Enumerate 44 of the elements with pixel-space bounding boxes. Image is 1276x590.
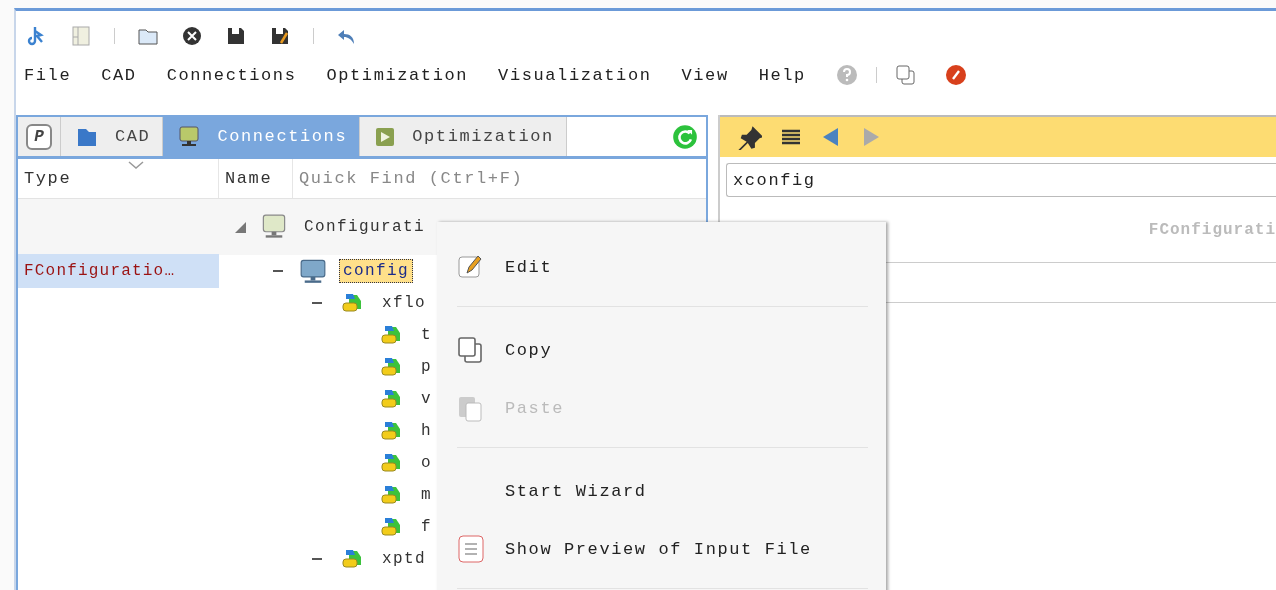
menu-item[interactable]: View bbox=[681, 65, 729, 85]
tree-item[interactable]: v bbox=[417, 387, 436, 411]
tab[interactable]: CAD bbox=[61, 117, 164, 156]
monitor-icon bbox=[300, 258, 326, 284]
tree-item[interactable]: p bbox=[417, 355, 436, 379]
sort-chevron-icon bbox=[128, 161, 144, 170]
tree-item[interactable]: t bbox=[417, 323, 436, 347]
stop-icon[interactable] bbox=[944, 64, 967, 86]
pin-icon[interactable] bbox=[736, 124, 762, 150]
menu-item[interactable]: Show Preview of Input File bbox=[457, 520, 868, 578]
paste-icon bbox=[457, 394, 485, 422]
type-cell: FConfiguratio… bbox=[18, 254, 219, 288]
close-icon[interactable] bbox=[181, 25, 203, 47]
panel-heading: FConfigurati bbox=[1148, 220, 1276, 239]
menu-item[interactable]: Edit bbox=[457, 238, 868, 296]
expanded-icon[interactable] bbox=[233, 220, 247, 234]
tree-item[interactable]: xptd bbox=[378, 547, 430, 571]
refresh-icon[interactable] bbox=[672, 123, 698, 150]
tree-item[interactable]: o bbox=[417, 451, 436, 475]
copy-icon bbox=[457, 336, 485, 364]
menu-item[interactable]: File bbox=[24, 65, 72, 85]
save-icon[interactable] bbox=[225, 25, 247, 47]
tree-item[interactable]: m bbox=[417, 483, 436, 507]
menu-item[interactable]: Connections bbox=[166, 65, 297, 85]
text-field[interactable]: xconfig bbox=[726, 163, 1276, 197]
column-header[interactable]: Type bbox=[18, 159, 219, 198]
menu-item[interactable]: Visualization bbox=[498, 65, 652, 85]
monitor-icon bbox=[261, 214, 287, 240]
save-as-icon[interactable] bbox=[269, 25, 291, 47]
tab[interactable]: P bbox=[18, 117, 61, 156]
tree-item[interactable]: Configurati bbox=[300, 215, 430, 239]
menu-item[interactable]: Help bbox=[758, 65, 806, 85]
menu-item[interactable]: CAD bbox=[101, 65, 137, 85]
menu-item[interactable]: Copy bbox=[457, 321, 868, 379]
tab[interactable]: Optimization bbox=[360, 117, 567, 156]
menu-item[interactable]: Start Wizard bbox=[457, 462, 868, 520]
menu-item[interactable]: Optimization bbox=[326, 65, 469, 85]
document-icon bbox=[457, 534, 485, 564]
tab-label: P bbox=[26, 123, 52, 150]
tree-item[interactable]: xflo bbox=[378, 291, 430, 315]
tree-item[interactable]: h bbox=[417, 419, 436, 443]
copy-icon[interactable] bbox=[894, 64, 917, 86]
tree-item[interactable]: f bbox=[417, 515, 436, 539]
tree-item[interactable]: config bbox=[339, 259, 413, 283]
